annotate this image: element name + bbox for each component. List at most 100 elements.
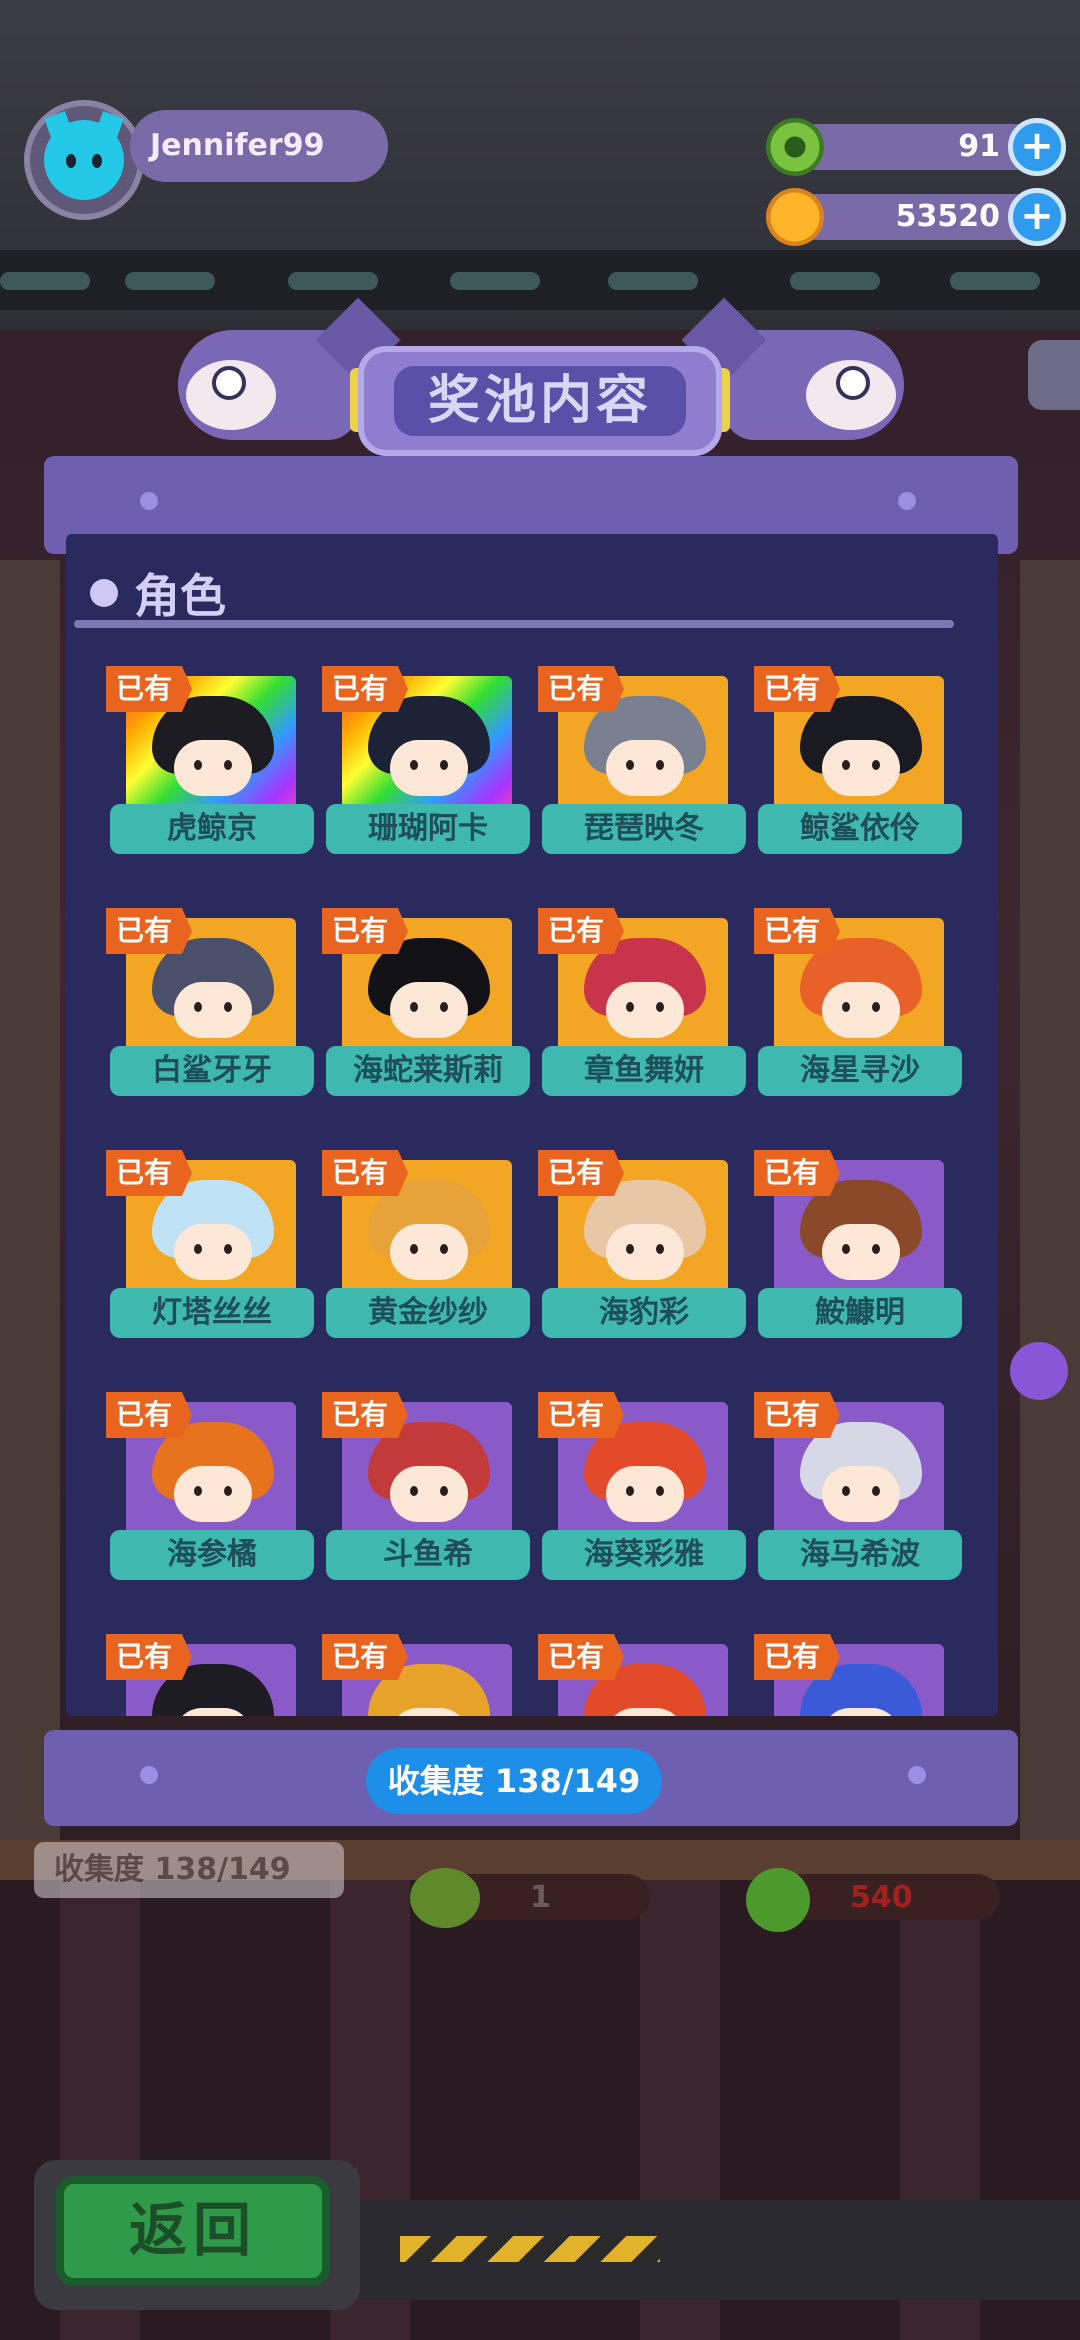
character-card[interactable]: 已有海马希波	[754, 1392, 962, 1592]
section-title: 角色	[134, 569, 226, 623]
collection-progress: 收集度 138/149	[366, 1748, 662, 1814]
character-name: 海葵彩雅	[542, 1530, 746, 1580]
character-card[interactable]: 已有海葵彩雅	[538, 1392, 746, 1592]
character-card[interactable]: 已有	[754, 1634, 954, 1716]
character-portrait-icon	[152, 696, 274, 806]
background-coin-count: 1	[530, 1880, 551, 1915]
character-portrait-icon	[800, 696, 922, 806]
character-card[interactable]: 已有 海参橘	[106, 1392, 314, 1592]
character-name: 海蛇莱斯莉	[326, 1046, 530, 1096]
character-name: 海豹彩	[542, 1288, 746, 1338]
owned-badge: 已有	[106, 1150, 192, 1196]
gold-currency-value: 53520	[806, 194, 1036, 240]
character-card[interactable]: 已有 鮟鱇明	[754, 1150, 962, 1350]
character-portrait-icon	[152, 1180, 274, 1290]
character-card[interactable]: 已有鲸鲨依伶	[754, 666, 962, 866]
owned-badge: 已有	[538, 1392, 624, 1438]
section-bullet-icon	[90, 579, 118, 607]
character-card[interactable]: 已有珊瑚阿卡	[322, 666, 530, 866]
gold-currency-bar: 53520 +	[766, 188, 1066, 246]
character-portrait-icon	[584, 1422, 706, 1532]
owned-badge: 已有	[538, 1150, 624, 1196]
character-name: 黄金纱纱	[326, 1288, 530, 1338]
character-portrait-icon	[368, 696, 490, 806]
background-collection-label: 收集度 138/149	[34, 1842, 344, 1898]
character-card[interactable]: 已有	[322, 1634, 522, 1716]
background-left-pillar	[0, 560, 60, 1880]
background-lever-knob-icon	[1010, 1342, 1068, 1400]
character-card[interactable]: 已有海蛇莱斯莉	[322, 908, 530, 1108]
character-name: 斗鱼希	[326, 1530, 530, 1580]
green-currency-value: 91	[806, 124, 1036, 170]
owned-badge: 已有	[538, 908, 624, 954]
character-card[interactable]: 已有灯塔丝丝	[106, 1150, 314, 1350]
owned-badge: 已有	[754, 1634, 840, 1680]
page-title: 奖池内容	[394, 366, 686, 436]
character-card[interactable]: 已有	[538, 1634, 738, 1716]
character-card[interactable]: 已有白鲨牙牙	[106, 908, 314, 1108]
owned-badge: 已有	[754, 1392, 840, 1438]
character-card[interactable]: 已有	[106, 1634, 306, 1716]
title-plate: 奖池内容	[358, 346, 722, 456]
character-name: 鮟鱇明	[758, 1288, 962, 1338]
add-green-currency-button[interactable]: +	[1008, 118, 1066, 176]
character-portrait-icon	[152, 938, 274, 1048]
green-currency-bar: 91 +	[766, 118, 1066, 176]
owned-badge: 已有	[754, 666, 840, 712]
character-name: 章鱼舞妍	[542, 1046, 746, 1096]
owned-badge: 已有	[106, 1634, 192, 1680]
character-name: 海马希波	[758, 1530, 962, 1580]
character-portrait-icon	[584, 696, 706, 806]
owned-badge: 已有	[322, 1150, 408, 1196]
back-button[interactable]: 返回	[56, 2176, 330, 2286]
side-scissors-tab[interactable]	[1028, 340, 1080, 410]
username-label[interactable]: Jennifer99	[130, 110, 388, 182]
character-card[interactable]: 已有斗鱼希	[322, 1392, 530, 1592]
character-portrait-icon	[800, 1422, 922, 1532]
left-fish-icon	[178, 297, 401, 440]
character-card[interactable]: 已有章鱼舞妍	[538, 908, 746, 1108]
owned-badge: 已有	[106, 908, 192, 954]
character-card[interactable]: 已有海星寻沙	[754, 908, 962, 1108]
character-card[interactable]: 已有虎鲸京	[106, 666, 314, 866]
character-portrait-icon	[800, 1180, 922, 1290]
character-name: 白鲨牙牙	[110, 1046, 314, 1096]
character-name: 琵琶映冬	[542, 804, 746, 854]
character-name: 灯塔丝丝	[110, 1288, 314, 1338]
character-portrait-icon	[800, 938, 922, 1048]
background-cucumber-icon	[410, 1868, 480, 1928]
add-gold-currency-button[interactable]: +	[1008, 188, 1066, 246]
prize-pool-panel[interactable]: 角色 已有 虎鲸京 已有 珊瑚阿卡 已有 琵琶映冬 已有 鲸鲨依伶 已有 白鲨牙牙 已有 海蛇莱斯莉已…	[66, 534, 998, 1716]
owned-badge: 已有	[754, 908, 840, 954]
owned-badge: 已有	[106, 666, 192, 712]
character-portrait-icon	[368, 1180, 490, 1290]
character-name: 珊瑚阿卡	[326, 804, 530, 854]
owned-badge: 已有	[322, 908, 408, 954]
gold-planet-icon	[766, 188, 824, 246]
player-avatar[interactable]	[24, 100, 144, 220]
character-card[interactable]: 已有黄金纱纱	[322, 1150, 530, 1350]
character-card[interactable]: 已有海豹彩	[538, 1150, 746, 1350]
green-coin-icon	[766, 118, 824, 176]
section-divider	[74, 620, 954, 628]
owned-badge: 已有	[538, 666, 624, 712]
character-portrait-icon	[368, 1422, 490, 1532]
character-portrait-icon	[368, 938, 490, 1048]
character-card[interactable]: 已有琵琶映冬	[538, 666, 746, 866]
character-name: 海星寻沙	[758, 1046, 962, 1096]
cat-face-icon	[44, 120, 124, 200]
owned-badge: 已有	[322, 1392, 408, 1438]
character-name: 虎鲸京	[110, 804, 314, 854]
owned-badge: 已有	[322, 666, 408, 712]
background-right-pillar	[1020, 560, 1080, 1880]
owned-badge: 已有	[538, 1634, 624, 1680]
character-portrait-icon	[584, 938, 706, 1048]
right-fish-icon	[681, 297, 904, 440]
owned-badge: 已有	[322, 1634, 408, 1680]
background-cost-value: 540	[850, 1880, 913, 1915]
character-name: 鲸鲨依伶	[758, 804, 962, 854]
character-portrait-icon	[584, 1180, 706, 1290]
character-name: 海参橘	[110, 1530, 314, 1580]
character-portrait-icon	[152, 1422, 274, 1532]
hazard-stripe	[400, 2236, 660, 2262]
